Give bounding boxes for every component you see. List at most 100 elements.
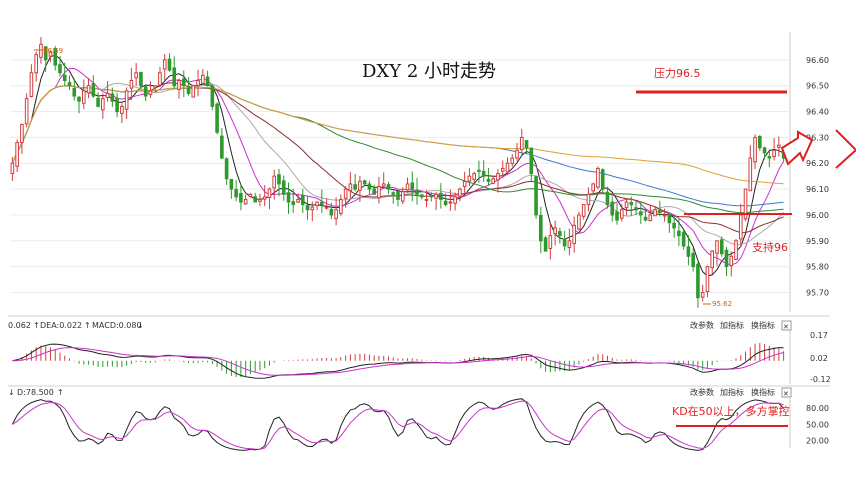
candle — [419, 194, 424, 198]
candle — [534, 176, 538, 216]
macd-change-indicator-button[interactable]: 换指标 — [751, 320, 775, 330]
candle — [558, 231, 562, 237]
candle — [643, 216, 648, 221]
macd-tick-label: -0.12 — [810, 375, 831, 384]
kd-d-label: D:78.500 — [17, 388, 54, 397]
candle — [658, 209, 662, 213]
candle — [586, 193, 591, 206]
candle — [81, 90, 86, 104]
macd-value-label: MACD:0.080 — [92, 321, 142, 330]
candle — [124, 90, 129, 110]
candle — [462, 180, 467, 188]
macd-add-indicator-button[interactable]: 加指标 — [720, 320, 744, 330]
candle — [248, 193, 253, 197]
candle — [67, 82, 72, 87]
kd-note: KD在50以上，多方掌控 — [672, 404, 790, 418]
candle — [467, 175, 472, 182]
macd-down-arrow-icon: ↓ — [137, 321, 144, 330]
kd-add-indicator-button[interactable]: 加指标 — [720, 387, 744, 397]
candle — [181, 78, 186, 87]
candle — [148, 90, 153, 96]
candle — [672, 222, 676, 229]
candle — [591, 183, 595, 192]
kd-tick-label: 80.00 — [806, 404, 829, 413]
candle — [472, 173, 476, 180]
candle — [767, 156, 772, 159]
candle — [15, 142, 19, 167]
price-tick-label: 95.90 — [806, 237, 829, 246]
macd-axis-ticks: 0.17 0.02 -0.12 — [810, 331, 831, 384]
candle — [729, 255, 734, 267]
candle — [300, 195, 305, 206]
candle — [86, 85, 91, 94]
candle — [567, 240, 572, 249]
candle — [115, 98, 119, 113]
candle — [324, 206, 329, 209]
candle — [481, 170, 486, 177]
candle — [753, 136, 757, 163]
chart-title: DXY 2 小时走势 — [362, 61, 496, 82]
candle — [572, 224, 576, 245]
candle — [101, 98, 105, 111]
candle — [405, 183, 410, 191]
kd-close-icon[interactable]: ✕ — [783, 390, 789, 398]
candle — [196, 80, 200, 86]
candle — [553, 227, 557, 235]
candle — [448, 201, 453, 204]
macd-tick-label: 0.02 — [810, 354, 828, 363]
macd-up-arrow-icon: ↑ — [33, 321, 40, 330]
candle — [58, 64, 62, 74]
kd-change-indicator-button[interactable]: 换指标 — [751, 387, 775, 397]
candle — [400, 191, 405, 202]
candle — [201, 74, 205, 84]
price-tick-label: 95.80 — [806, 263, 829, 272]
candle — [543, 237, 548, 252]
candle — [186, 87, 191, 94]
candle — [500, 167, 505, 172]
kd-params-button[interactable]: 改参数 — [690, 387, 714, 397]
candle — [277, 174, 281, 185]
candle — [634, 207, 638, 211]
candle — [143, 86, 148, 97]
candle — [10, 162, 15, 175]
candle — [734, 240, 738, 260]
candle — [381, 183, 386, 187]
candle — [210, 86, 215, 107]
candle — [296, 198, 300, 203]
candle — [20, 123, 24, 144]
macd-toolbar: 改参数 加指标 换指标 ✕ — [690, 320, 792, 331]
candle — [758, 136, 762, 149]
candle — [348, 183, 353, 192]
candle — [681, 231, 686, 247]
candle — [172, 67, 177, 87]
candle — [610, 201, 615, 216]
support-label: 支持96 — [752, 240, 788, 254]
candle — [34, 54, 38, 74]
price-tick-label: 96.10 — [806, 185, 829, 194]
kd-up-arrow-icon: ↑ — [57, 388, 64, 397]
price-tick-label: 96.40 — [806, 108, 829, 117]
candle — [258, 198, 262, 202]
candle — [477, 169, 481, 172]
candle — [615, 211, 619, 221]
candle — [548, 235, 553, 249]
price-tick-label: 96.20 — [806, 159, 829, 168]
macd-close-icon[interactable]: ✕ — [783, 323, 789, 331]
candle — [224, 158, 229, 180]
candle — [577, 214, 581, 230]
candle — [215, 103, 219, 133]
candle — [343, 188, 348, 199]
candle — [305, 204, 310, 211]
candle — [458, 188, 462, 197]
candle — [748, 157, 753, 192]
kd-toolbar: 改参数 加指标 换指标 ✕ — [690, 387, 792, 398]
price-tick-label: 96.60 — [806, 56, 829, 65]
candle — [496, 173, 500, 181]
candle — [24, 98, 29, 125]
price-tick-label: 95.70 — [806, 288, 829, 297]
candle — [134, 72, 138, 79]
candle — [72, 87, 77, 97]
candle — [667, 214, 672, 224]
macd-params-button[interactable]: 改参数 — [690, 320, 714, 330]
candle — [253, 196, 257, 203]
